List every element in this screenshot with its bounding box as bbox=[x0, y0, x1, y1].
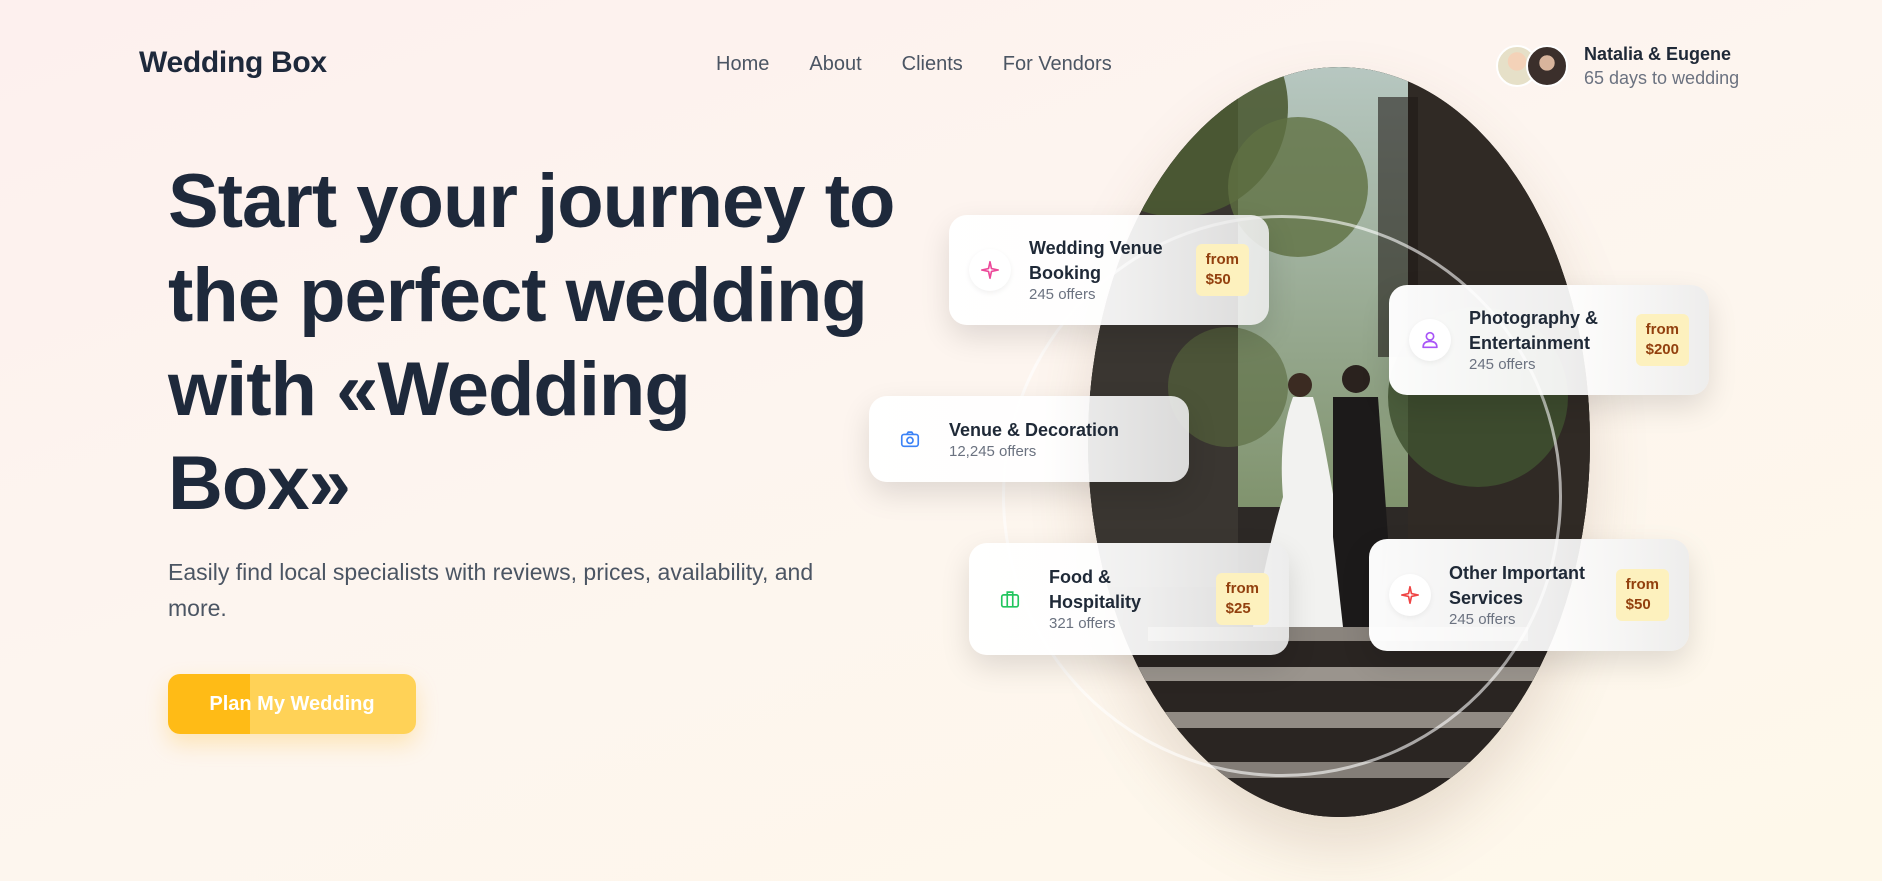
service-title-line: Other Important bbox=[1449, 563, 1586, 583]
service-offers: 245 offers bbox=[1449, 611, 1516, 628]
nav-clients[interactable]: Clients bbox=[902, 53, 963, 76]
sparkle-icon bbox=[969, 249, 1011, 291]
headline-line: Start your journey to bbox=[168, 159, 895, 244]
service-info: Wedding Venue Booking 245 offers bbox=[1029, 236, 1186, 304]
nav-about[interactable]: About bbox=[809, 53, 861, 76]
price-value: $25 bbox=[1225, 600, 1251, 617]
headline-line: the perfect wedding bbox=[168, 253, 868, 338]
service-info: Other Important Services 245 offers bbox=[1449, 561, 1606, 629]
service-title: Wedding Venue Booking bbox=[1029, 236, 1186, 286]
service-title-line: Wedding Venue bbox=[1029, 238, 1163, 258]
hero-headline: Start your journey to the perfect weddin… bbox=[168, 155, 908, 531]
service-offers: 12,245 offers bbox=[949, 442, 1037, 460]
service-card-food-hospitality[interactable]: Food & Hospitality 321 offers from $25 bbox=[969, 543, 1289, 655]
plan-my-wedding-button[interactable]: Plan My Wedding bbox=[168, 674, 416, 734]
user-icon bbox=[1409, 319, 1451, 361]
subtitle-line: more. bbox=[168, 595, 227, 621]
service-title-line: Booking bbox=[1029, 263, 1101, 283]
service-info: Food & Hospitality 321 offers bbox=[1049, 565, 1206, 633]
headline-line: Box» bbox=[168, 441, 351, 526]
price-badge: from $50 bbox=[1615, 569, 1669, 621]
main-nav: Home About Clients For Vendors bbox=[716, 53, 1112, 76]
headline-line: with «Wedding bbox=[168, 347, 691, 432]
service-card-wedding-venue-booking[interactable]: Wedding Venue Booking 245 offers from $5… bbox=[949, 215, 1269, 325]
price-badge: from $200 bbox=[1635, 314, 1689, 366]
price-label: from bbox=[1225, 580, 1259, 597]
wedding-countdown: 65 days to wedding bbox=[1584, 68, 1740, 88]
service-title: Venue & Decoration bbox=[949, 418, 1169, 443]
service-offers: 245 offers bbox=[1469, 356, 1536, 373]
service-offers: 245 offers bbox=[1029, 286, 1096, 303]
briefcase-icon bbox=[989, 578, 1031, 620]
price-label: from bbox=[1645, 321, 1679, 338]
couple-info: Natalia & Eugene 65 days to wedding bbox=[1584, 42, 1739, 90]
price-label: from bbox=[1205, 251, 1239, 268]
price-value: $50 bbox=[1625, 596, 1651, 613]
hero-subtitle: Easily find local specialists with revie… bbox=[168, 554, 818, 626]
service-title-line: Hospitality bbox=[1049, 592, 1142, 612]
service-title: Photography & Entertainment bbox=[1469, 306, 1626, 356]
service-info: Photography & Entertainment 245 offers bbox=[1469, 306, 1626, 374]
price-value: $200 bbox=[1645, 341, 1679, 358]
couple-names: Natalia & Eugene bbox=[1584, 44, 1732, 64]
camera-icon bbox=[889, 418, 931, 460]
price-label: from bbox=[1625, 576, 1659, 593]
price-badge: from $25 bbox=[1215, 573, 1269, 625]
service-offers: 321 offers bbox=[1049, 615, 1116, 632]
price-badge: from $50 bbox=[1195, 244, 1249, 296]
service-title: Other Important Services bbox=[1449, 561, 1606, 611]
service-title-line: Venue & Decoration bbox=[949, 419, 1120, 440]
price-value: $50 bbox=[1205, 271, 1231, 288]
service-title: Food & Hospitality bbox=[1049, 565, 1206, 615]
service-title-line: Photography & bbox=[1469, 308, 1598, 328]
service-info: Venue & Decoration 12,245 offers bbox=[949, 418, 1169, 461]
nav-home[interactable]: Home bbox=[716, 53, 769, 76]
service-card-other-important-services[interactable]: Other Important Services 245 offers from… bbox=[1369, 539, 1689, 651]
service-title-line: Services bbox=[1449, 588, 1524, 608]
service-card-venue-decoration[interactable]: Venue & Decoration 12,245 offers bbox=[869, 396, 1189, 482]
service-title-line: Food & bbox=[1049, 567, 1111, 587]
sparkle-icon bbox=[1389, 574, 1431, 616]
subtitle-line: Easily find local specialists with revie… bbox=[168, 559, 814, 585]
service-title-line: Entertainment bbox=[1469, 333, 1591, 353]
brand-logo[interactable]: Wedding Box bbox=[139, 46, 327, 80]
service-card-photography-entertainment[interactable]: Photography & Entertainment 245 offers f… bbox=[1389, 285, 1709, 395]
